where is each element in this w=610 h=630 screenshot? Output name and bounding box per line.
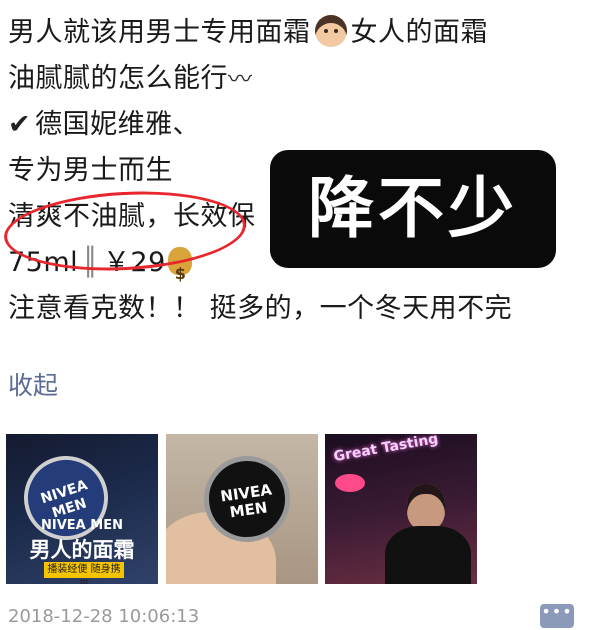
price-drop-overlay-label: 降不少 [270, 150, 556, 268]
product-thumbnail-2[interactable]: NIVEA MEN [166, 434, 318, 584]
product-thumbnail-3[interactable]: Great Tasting [325, 434, 477, 584]
person-body-image [385, 526, 471, 584]
post-line-2-text: 油腻腻的怎么能行 [8, 63, 228, 94]
neon-glow-decoration [335, 474, 365, 492]
post-line-1-text: 男人就该用男士专用面霜 [8, 17, 311, 48]
man-face-emoji-icon [314, 14, 347, 47]
post-line-2: 油腻腻的怎么能行〰 [8, 56, 604, 102]
thumbnail-headline: 男人的面霜 [29, 538, 135, 562]
post-line-7: 注意看克数！！ 挺多的，一个冬天用不完 [8, 293, 513, 324]
thumbnail-tag: 播装经便 随身携带 [44, 562, 124, 584]
check-mark-icon: ✔ [8, 109, 32, 140]
wave-dash-icon: 〰 [228, 65, 252, 93]
product-thumbnail-1[interactable]: NIVEA MEN NIVEA MEN 男人的面霜 播装经便 随身携带 [6, 434, 158, 584]
thumbnail-brand-title: NIVEA MEN [41, 518, 123, 533]
more-options-button[interactable]: ••• [540, 604, 574, 628]
post-line-3: ✔ 德国妮维雅、 [8, 102, 604, 148]
post-line-3-text: 德国妮维雅、 [35, 109, 201, 140]
person-head-image [407, 484, 445, 530]
post-timestamp: 2018-12-28 10:06:13 [8, 606, 200, 627]
neon-sign-text: Great Tasting [332, 434, 440, 466]
post-line-1: 男人就该用男士专用面霜 女人的面霜 [8, 10, 604, 56]
post-line-1b-text: 女人的面霜 [350, 17, 488, 48]
collapse-link[interactable]: 收起 [8, 366, 58, 402]
